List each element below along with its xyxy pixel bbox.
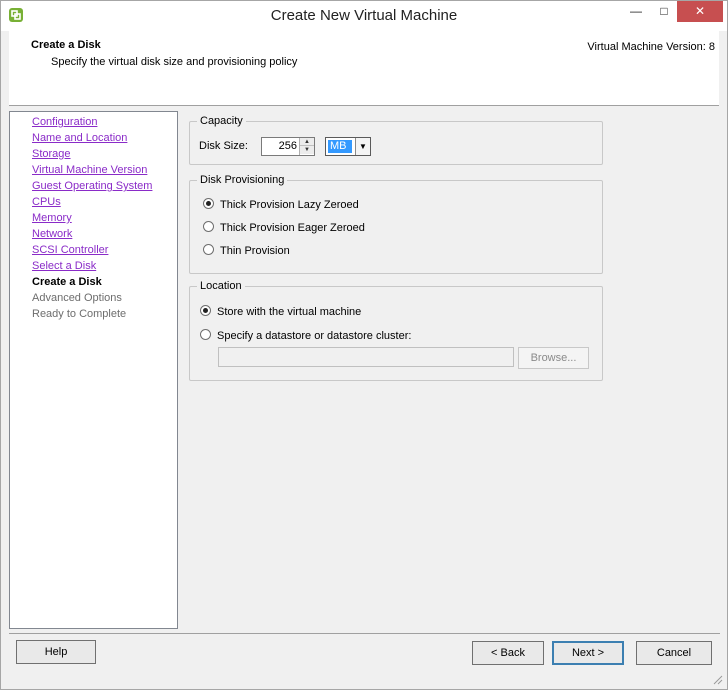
help-button[interactable]: Help [16,640,96,664]
capacity-group: Capacity Disk Size: 256 ▲ ▼ MB ▼ [189,114,603,165]
title-bar[interactable]: Create New Virtual Machine — □ ✕ [1,1,727,31]
nav-step-network[interactable]: Network [32,226,72,242]
store-with-vm-label[interactable]: Store with the virtual machine [217,305,361,319]
back-button[interactable]: < Back [472,641,544,665]
vm-version-label: Virtual Machine Version: 8 [587,41,715,53]
provisioning-group: Disk Provisioning Thick Provision Lazy Z… [189,173,603,274]
nav-step-cpus[interactable]: CPUs [32,194,61,210]
specify-datastore-label[interactable]: Specify a datastore or datastore cluster… [217,329,411,343]
disk-unit-selected: MB [328,140,352,153]
resize-grip-icon[interactable] [711,673,723,685]
radio-thin-provision[interactable] [203,244,214,255]
nav-step-scsi-controller[interactable]: SCSI Controller [32,242,108,258]
disk-size-label: Disk Size: [199,140,248,152]
nav-step-storage[interactable]: Storage [32,146,71,162]
wizard-steps-nav: Configuration Name and Location Storage … [9,111,178,629]
disk-unit-select[interactable]: MB ▼ [325,137,371,156]
spin-up-arrow-icon[interactable]: ▲ [300,138,314,146]
nav-step-vm-version[interactable]: Virtual Machine Version [32,162,147,178]
disk-size-stepper[interactable]: 256 ▲ ▼ [261,137,315,156]
thin-provision-label[interactable]: Thin Provision [220,244,290,258]
nav-step-guest-os[interactable]: Guest Operating System [32,178,152,194]
disk-size-spin-buttons: ▲ ▼ [299,138,314,155]
capacity-group-title: Capacity [197,114,246,128]
thick-eager-zeroed-label[interactable]: Thick Provision Eager Zeroed [220,221,365,235]
window-title: Create New Virtual Machine [270,7,458,24]
location-group-title: Location [197,279,245,293]
radio-store-with-vm[interactable] [200,305,211,316]
nav-step-memory[interactable]: Memory [32,210,72,226]
wizard-header: Create a Disk Specify the virtual disk s… [9,31,719,106]
nav-step-configuration[interactable]: Configuration [32,114,97,130]
page-subtitle: Specify the virtual disk size and provis… [51,56,298,68]
location-group: Location Store with the virtual machine … [189,279,603,381]
thick-lazy-zeroed-label[interactable]: Thick Provision Lazy Zeroed [220,198,359,212]
footer-divider [9,633,720,634]
cancel-button[interactable]: Cancel [636,641,712,665]
nav-step-advanced-options: Advanced Options [32,292,122,304]
create-vm-dialog: Create New Virtual Machine — □ ✕ Create … [0,0,728,690]
nav-step-create-disk: Create a Disk [32,276,102,288]
maximize-button[interactable]: □ [651,1,677,22]
provisioning-group-title: Disk Provisioning [197,173,288,187]
disk-size-value[interactable]: 256 [279,140,297,152]
minimize-button[interactable]: — [621,1,651,22]
nav-step-ready-to-complete: Ready to Complete [32,308,127,320]
nav-step-select-disk[interactable]: Select a Disk [32,258,96,274]
nav-step-name-location[interactable]: Name and Location [32,130,127,146]
next-button[interactable]: Next > [552,641,624,665]
close-button[interactable]: ✕ [677,1,723,22]
radio-thick-eager-zeroed[interactable] [203,221,214,232]
radio-specify-datastore[interactable] [200,329,211,340]
chevron-down-icon[interactable]: ▼ [355,138,370,155]
browse-button: Browse... [518,347,589,369]
radio-thick-lazy-zeroed[interactable] [203,198,214,209]
datastore-path-input [218,347,514,367]
page-title: Create a Disk [31,39,101,51]
spin-down-arrow-icon[interactable]: ▼ [300,146,314,154]
